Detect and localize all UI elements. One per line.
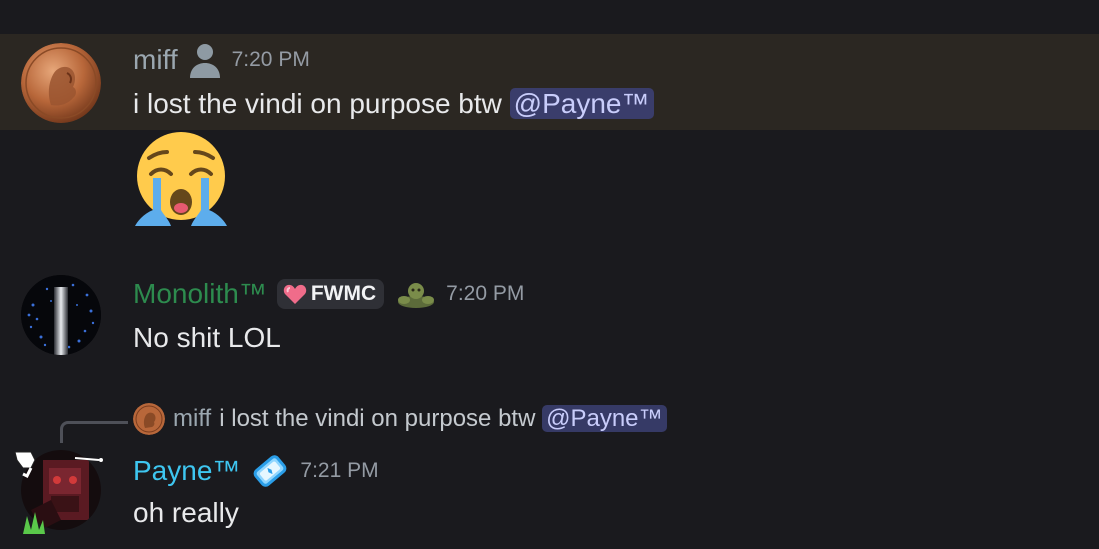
guild-tag-label: FWMC bbox=[310, 282, 377, 305]
reply-preview[interactable]: miff i lost the vindi on purpose btw @Pa… bbox=[133, 403, 667, 435]
message-text: oh really bbox=[133, 497, 239, 529]
timestamp[interactable]: 7:20 PM bbox=[232, 48, 310, 72]
message-text-body: oh really bbox=[133, 497, 239, 528]
user-mention[interactable]: @Payne™ bbox=[509, 88, 654, 119]
timestamp[interactable]: 7:21 PM bbox=[300, 459, 378, 483]
message-text: No shit LOL bbox=[133, 322, 281, 354]
reply-avatar-miff[interactable] bbox=[133, 403, 165, 435]
reply-username[interactable]: miff bbox=[173, 405, 211, 433]
nitro-badge-icon[interactable] bbox=[250, 452, 290, 490]
message-header-monolith: Monolith™ FWMC 7:20 PM bbox=[133, 278, 524, 310]
message-text: i lost the vindi on purpose btw @Payne™ bbox=[133, 88, 654, 120]
avatar-monolith[interactable] bbox=[21, 275, 101, 355]
reply-text: i lost the vindi on purpose btw @Payne™ bbox=[219, 405, 667, 433]
username-payne[interactable]: Payne™ bbox=[133, 455, 240, 487]
reply-connector bbox=[60, 421, 128, 443]
guild-tag-badge[interactable]: FWMC bbox=[276, 279, 385, 309]
heart-icon bbox=[283, 283, 307, 305]
timestamp[interactable]: 7:20 PM bbox=[446, 282, 524, 306]
reply-text-body: i lost the vindi on purpose btw bbox=[219, 405, 536, 432]
avatar-payne[interactable] bbox=[14, 450, 103, 534]
username-monolith[interactable]: Monolith™ bbox=[133, 278, 267, 310]
loudly-crying-face-emoji[interactable] bbox=[131, 130, 231, 230]
person-icon bbox=[188, 42, 222, 78]
avatar-miff[interactable] bbox=[21, 43, 101, 123]
goblin-icon bbox=[396, 280, 436, 308]
message-header-miff: miff 7:20 PM bbox=[133, 42, 310, 78]
message-text-body: i lost the vindi on purpose btw bbox=[133, 88, 510, 119]
message-header-payne: Payne™ 7:21 PM bbox=[133, 452, 379, 490]
message-text-body: No shit LOL bbox=[133, 322, 281, 353]
reply-mention[interactable]: @Payne™ bbox=[542, 405, 667, 432]
username-miff[interactable]: miff bbox=[133, 44, 178, 76]
